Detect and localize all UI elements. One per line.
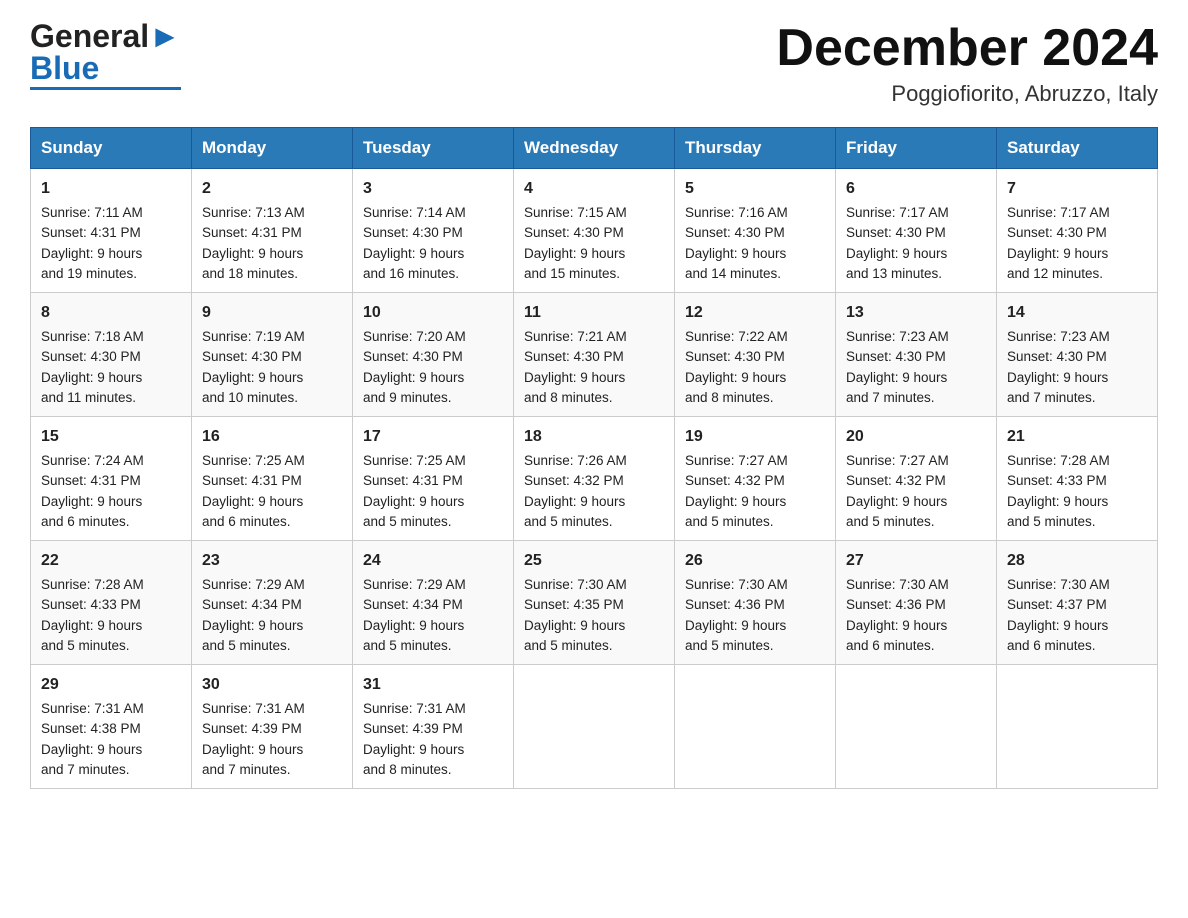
page-header: General►Blue December 2024 Poggiofiorito… (30, 20, 1158, 107)
calendar-header-row: SundayMondayTuesdayWednesdayThursdayFrid… (31, 128, 1158, 169)
calendar-cell: 30Sunrise: 7:31 AMSunset: 4:39 PMDayligh… (192, 665, 353, 789)
calendar-cell: 31Sunrise: 7:31 AMSunset: 4:39 PMDayligh… (353, 665, 514, 789)
day-number: 27 (846, 549, 986, 573)
calendar-cell: 10Sunrise: 7:20 AMSunset: 4:30 PMDayligh… (353, 293, 514, 417)
calendar-cell: 26Sunrise: 7:30 AMSunset: 4:36 PMDayligh… (675, 541, 836, 665)
day-number: 12 (685, 301, 825, 325)
calendar-day-header: Friday (836, 128, 997, 169)
day-number: 11 (524, 301, 664, 325)
day-number: 25 (524, 549, 664, 573)
calendar-cell: 1Sunrise: 7:11 AMSunset: 4:31 PMDaylight… (31, 169, 192, 293)
calendar-week-row: 22Sunrise: 7:28 AMSunset: 4:33 PMDayligh… (31, 541, 1158, 665)
day-number: 9 (202, 301, 342, 325)
calendar-cell: 28Sunrise: 7:30 AMSunset: 4:37 PMDayligh… (997, 541, 1158, 665)
calendar-cell: 23Sunrise: 7:29 AMSunset: 4:34 PMDayligh… (192, 541, 353, 665)
calendar-cell: 4Sunrise: 7:15 AMSunset: 4:30 PMDaylight… (514, 169, 675, 293)
day-number: 23 (202, 549, 342, 573)
calendar-subtitle: Poggiofiorito, Abruzzo, Italy (776, 81, 1158, 107)
day-number: 17 (363, 425, 503, 449)
calendar-day-header: Tuesday (353, 128, 514, 169)
calendar-cell: 25Sunrise: 7:30 AMSunset: 4:35 PMDayligh… (514, 541, 675, 665)
day-number: 30 (202, 673, 342, 697)
day-number: 1 (41, 177, 181, 201)
day-number: 18 (524, 425, 664, 449)
calendar-cell: 15Sunrise: 7:24 AMSunset: 4:31 PMDayligh… (31, 417, 192, 541)
calendar-cell: 14Sunrise: 7:23 AMSunset: 4:30 PMDayligh… (997, 293, 1158, 417)
calendar-day-header: Monday (192, 128, 353, 169)
calendar-table: SundayMondayTuesdayWednesdayThursdayFrid… (30, 127, 1158, 789)
calendar-day-header: Sunday (31, 128, 192, 169)
calendar-cell: 9Sunrise: 7:19 AMSunset: 4:30 PMDaylight… (192, 293, 353, 417)
day-number: 4 (524, 177, 664, 201)
day-number: 15 (41, 425, 181, 449)
calendar-cell: 19Sunrise: 7:27 AMSunset: 4:32 PMDayligh… (675, 417, 836, 541)
day-number: 2 (202, 177, 342, 201)
day-number: 7 (1007, 177, 1147, 201)
calendar-cell: 3Sunrise: 7:14 AMSunset: 4:30 PMDaylight… (353, 169, 514, 293)
calendar-cell: 22Sunrise: 7:28 AMSunset: 4:33 PMDayligh… (31, 541, 192, 665)
calendar-cell: 11Sunrise: 7:21 AMSunset: 4:30 PMDayligh… (514, 293, 675, 417)
day-number: 3 (363, 177, 503, 201)
calendar-cell: 7Sunrise: 7:17 AMSunset: 4:30 PMDaylight… (997, 169, 1158, 293)
logo-underline (30, 87, 181, 90)
calendar-day-header: Thursday (675, 128, 836, 169)
day-number: 24 (363, 549, 503, 573)
calendar-week-row: 8Sunrise: 7:18 AMSunset: 4:30 PMDaylight… (31, 293, 1158, 417)
day-number: 28 (1007, 549, 1147, 573)
calendar-cell: 21Sunrise: 7:28 AMSunset: 4:33 PMDayligh… (997, 417, 1158, 541)
logo: General►Blue (30, 20, 181, 90)
calendar-cell (997, 665, 1158, 789)
calendar-week-row: 29Sunrise: 7:31 AMSunset: 4:38 PMDayligh… (31, 665, 1158, 789)
calendar-week-row: 1Sunrise: 7:11 AMSunset: 4:31 PMDaylight… (31, 169, 1158, 293)
day-number: 8 (41, 301, 181, 325)
calendar-cell: 29Sunrise: 7:31 AMSunset: 4:38 PMDayligh… (31, 665, 192, 789)
calendar-cell: 18Sunrise: 7:26 AMSunset: 4:32 PMDayligh… (514, 417, 675, 541)
calendar-cell: 8Sunrise: 7:18 AMSunset: 4:30 PMDaylight… (31, 293, 192, 417)
day-number: 14 (1007, 301, 1147, 325)
title-area: December 2024 Poggiofiorito, Abruzzo, It… (776, 20, 1158, 107)
logo-text: General►Blue (30, 20, 181, 84)
calendar-cell: 20Sunrise: 7:27 AMSunset: 4:32 PMDayligh… (836, 417, 997, 541)
day-number: 22 (41, 549, 181, 573)
day-number: 20 (846, 425, 986, 449)
calendar-week-row: 15Sunrise: 7:24 AMSunset: 4:31 PMDayligh… (31, 417, 1158, 541)
day-number: 26 (685, 549, 825, 573)
calendar-title: December 2024 (776, 20, 1158, 77)
calendar-cell: 13Sunrise: 7:23 AMSunset: 4:30 PMDayligh… (836, 293, 997, 417)
day-number: 10 (363, 301, 503, 325)
calendar-cell (514, 665, 675, 789)
day-number: 5 (685, 177, 825, 201)
day-number: 16 (202, 425, 342, 449)
calendar-cell (675, 665, 836, 789)
calendar-day-header: Saturday (997, 128, 1158, 169)
calendar-cell: 5Sunrise: 7:16 AMSunset: 4:30 PMDaylight… (675, 169, 836, 293)
calendar-cell: 12Sunrise: 7:22 AMSunset: 4:30 PMDayligh… (675, 293, 836, 417)
day-number: 21 (1007, 425, 1147, 449)
day-number: 31 (363, 673, 503, 697)
calendar-cell: 27Sunrise: 7:30 AMSunset: 4:36 PMDayligh… (836, 541, 997, 665)
calendar-cell: 6Sunrise: 7:17 AMSunset: 4:30 PMDaylight… (836, 169, 997, 293)
calendar-day-header: Wednesday (514, 128, 675, 169)
calendar-cell (836, 665, 997, 789)
day-number: 13 (846, 301, 986, 325)
day-number: 6 (846, 177, 986, 201)
calendar-cell: 17Sunrise: 7:25 AMSunset: 4:31 PMDayligh… (353, 417, 514, 541)
day-number: 19 (685, 425, 825, 449)
calendar-cell: 2Sunrise: 7:13 AMSunset: 4:31 PMDaylight… (192, 169, 353, 293)
calendar-cell: 16Sunrise: 7:25 AMSunset: 4:31 PMDayligh… (192, 417, 353, 541)
calendar-cell: 24Sunrise: 7:29 AMSunset: 4:34 PMDayligh… (353, 541, 514, 665)
day-number: 29 (41, 673, 181, 697)
